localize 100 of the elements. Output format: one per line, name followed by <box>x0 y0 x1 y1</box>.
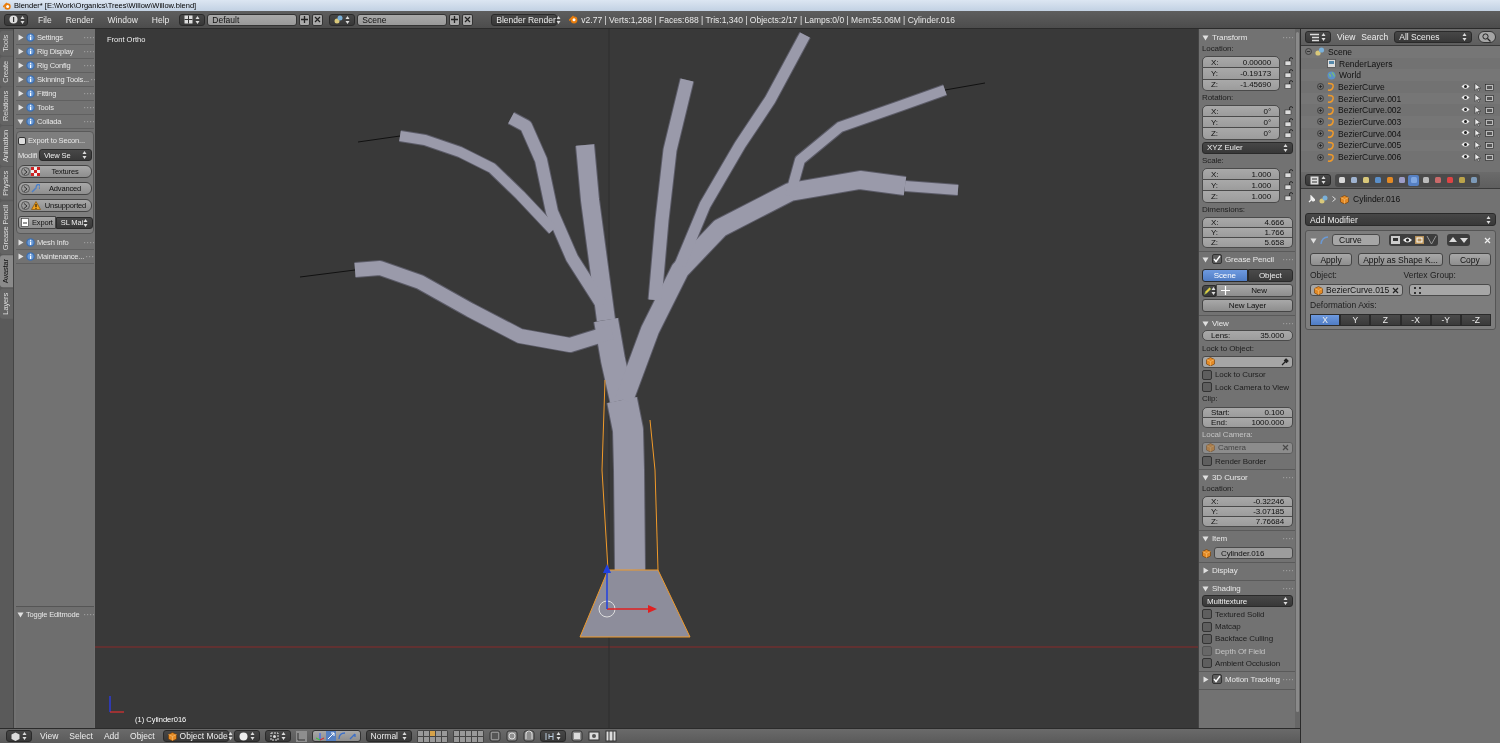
render-engine-dropdown[interactable]: Blender Render <box>491 13 558 26</box>
eye-icon[interactable] <box>1461 141 1470 148</box>
render-toggle-icon[interactable] <box>1390 235 1401 245</box>
editor-type-button[interactable] <box>1305 174 1331 186</box>
layer-buttons[interactable] <box>452 729 484 743</box>
modifier-action-button[interactable]: Apply <box>1310 253 1353 266</box>
expand-triangle-icon[interactable] <box>1202 675 1209 683</box>
expand-triangle-icon[interactable] <box>17 253 24 260</box>
checkbox[interactable] <box>18 136 26 145</box>
checkbox[interactable] <box>1202 633 1212 644</box>
panel-header[interactable]: Motion Tracking <box>1202 672 1293 687</box>
lock-icon[interactable] <box>1284 169 1293 179</box>
checkbox[interactable] <box>1202 609 1212 620</box>
collapse-triangle-icon[interactable] <box>17 118 24 125</box>
axis-option[interactable]: -X <box>1400 314 1431 326</box>
checkbox[interactable] <box>1202 658 1212 669</box>
search-field[interactable] <box>1478 31 1496 43</box>
layer-buttons[interactable] <box>416 729 448 743</box>
shading-dropdown[interactable] <box>233 730 260 742</box>
add-button[interactable] <box>299 13 311 26</box>
expand-triangle-icon[interactable] <box>17 34 24 41</box>
proportional-edit-icon[interactable] <box>505 730 518 742</box>
editor-type-button[interactable] <box>4 13 28 26</box>
axis-option[interactable]: Z <box>1370 314 1401 326</box>
number-field[interactable]: X: 0° <box>1202 105 1280 118</box>
render-preview-icon[interactable] <box>570 730 583 742</box>
collapse-triangle-icon[interactable] <box>1202 319 1209 327</box>
expand-plus-icon[interactable] <box>1317 95 1324 103</box>
property-tab[interactable] <box>1372 174 1383 186</box>
number-field[interactable]: End: 1000.000 <box>1202 417 1293 428</box>
panel-header[interactable]: View <box>1202 316 1293 331</box>
name-field[interactable]: Cylinder.016 <box>1214 547 1293 560</box>
number-field[interactable]: Z: -1.45690 <box>1202 79 1280 91</box>
outliner-item[interactable]: BezierCurve.004 <box>1338 128 1402 139</box>
collapse-triangle-icon[interactable] <box>1202 584 1209 592</box>
axis-option[interactable]: -Y <box>1430 314 1461 326</box>
expand-triangle-icon[interactable] <box>1202 566 1209 574</box>
collapse-triangle-icon[interactable] <box>1202 33 1209 41</box>
lock-icon[interactable] <box>1284 192 1293 202</box>
checkbox[interactable] <box>1202 369 1212 380</box>
number-field[interactable]: Y: -0.19173 <box>1202 68 1280 80</box>
expand-triangle-icon[interactable] <box>17 90 24 97</box>
snap-icon[interactable] <box>522 730 535 742</box>
lock-icon[interactable] <box>1284 68 1293 78</box>
expand-triangle-icon[interactable] <box>17 48 24 55</box>
scene-field[interactable]: Scene <box>357 13 448 26</box>
outliner-item[interactable]: BezierCurve.006 <box>1338 152 1402 163</box>
object-field[interactable] <box>1202 355 1293 368</box>
expand-plus-icon[interactable] <box>1317 141 1324 149</box>
eye-icon[interactable] <box>1402 235 1413 245</box>
lock-icon[interactable] <box>1284 129 1293 139</box>
number-field[interactable]: X: -0.32246 <box>1202 496 1293 508</box>
add-modifier-dropdown[interactable]: Add Modifier <box>1305 213 1496 226</box>
display-mode-dropdown[interactable]: All Scenes <box>1394 31 1473 43</box>
orientation-dropdown[interactable]: Normal <box>365 730 412 742</box>
menu-item[interactable]: File <box>34 14 56 25</box>
tab[interactable]: Object <box>1247 269 1293 282</box>
eye-icon[interactable] <box>1461 117 1470 125</box>
close-icon[interactable] <box>1392 286 1400 294</box>
property-tab[interactable] <box>1408 174 1419 186</box>
new-button[interactable]: New <box>1216 284 1293 298</box>
expand-plus-icon[interactable] <box>1317 153 1324 161</box>
menu-item[interactable]: Help <box>147 14 174 25</box>
property-tab[interactable] <box>1456 174 1467 186</box>
checkbox[interactable] <box>1212 674 1222 685</box>
move-up-icon[interactable] <box>1448 235 1458 245</box>
expand-triangle-icon[interactable] <box>17 76 24 83</box>
expand-plus-icon[interactable] <box>1317 118 1324 126</box>
pencil-dropdown[interactable] <box>1202 284 1216 297</box>
number-field[interactable]: Z: 7.76684 <box>1202 517 1293 528</box>
property-tab[interactable] <box>1360 174 1371 186</box>
expand-triangle-icon[interactable] <box>17 62 24 69</box>
panel-header[interactable]: Transform <box>1202 30 1293 44</box>
lock-icon[interactable] <box>1284 80 1293 90</box>
panel-header[interactable]: Grease Pencil <box>1202 252 1293 266</box>
collapse-minus-icon[interactable] <box>1305 48 1312 56</box>
axis-option[interactable]: Y <box>1340 314 1371 326</box>
outliner-item[interactable]: BezierCurve <box>1338 81 1385 92</box>
expand-triangle-icon[interactable] <box>17 239 24 246</box>
collapse-triangle-icon[interactable] <box>17 610 24 618</box>
outliner-item[interactable]: World <box>1339 70 1362 81</box>
lock-icon[interactable] <box>1284 180 1293 190</box>
panel-header[interactable]: 3D Cursor <box>1202 470 1293 485</box>
number-field[interactable]: Start: 0.100 <box>1202 406 1293 418</box>
outliner-item[interactable]: Scene <box>1328 46 1353 57</box>
menu-item[interactable]: View <box>1337 32 1356 42</box>
eye-icon[interactable] <box>1461 129 1470 137</box>
tab[interactable]: Scene <box>1202 269 1248 282</box>
camera-render-icon[interactable] <box>587 730 600 742</box>
add-button[interactable] <box>449 13 461 26</box>
new-layer-button[interactable]: New Layer <box>1202 299 1293 313</box>
eye-icon[interactable] <box>1461 105 1470 113</box>
modifier-action-button[interactable]: Apply as Shape K... <box>1358 253 1443 266</box>
checkbox[interactable] <box>1202 382 1212 393</box>
modifier-name-field[interactable]: Curve <box>1332 234 1380 246</box>
move-down-icon[interactable] <box>1459 235 1469 245</box>
number-field[interactable]: Z: 1.000 <box>1202 191 1280 203</box>
number-field[interactable]: X: 4.666 <box>1202 217 1293 228</box>
menu-item[interactable]: Window <box>103 14 142 25</box>
checkbox[interactable] <box>1212 254 1222 264</box>
